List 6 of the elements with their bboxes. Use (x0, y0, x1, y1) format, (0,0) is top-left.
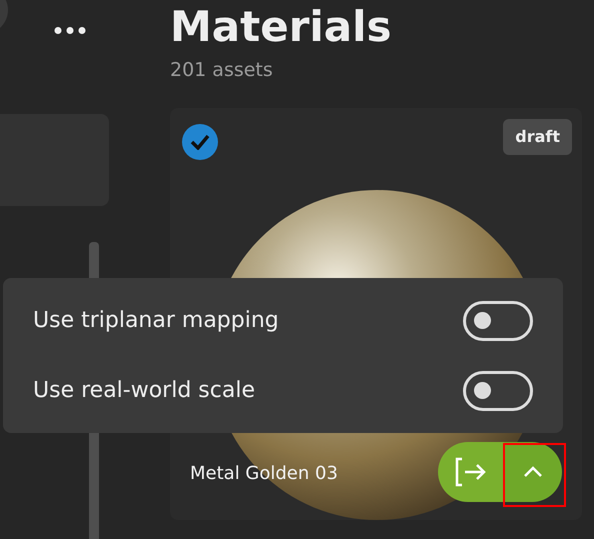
asset-count: 201 assets (170, 58, 274, 83)
status-badge: draft (503, 119, 572, 155)
material-name: Metal Golden 03 (190, 462, 338, 486)
option-label: Use triplanar mapping (33, 307, 279, 335)
option-label: Use real-world scale (33, 377, 255, 405)
page-title: Materials (170, 2, 393, 52)
